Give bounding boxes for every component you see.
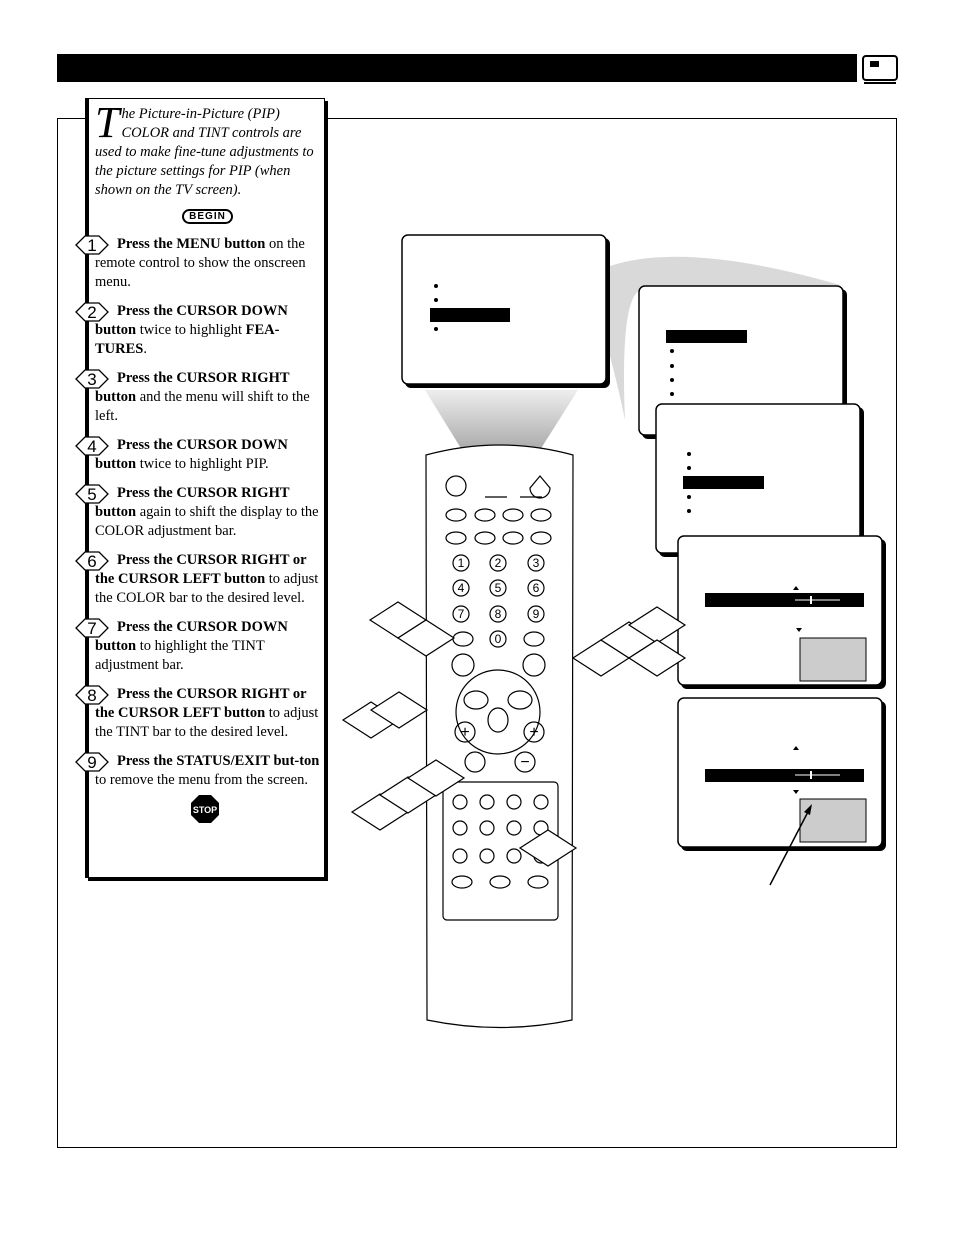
- step-number-icon: 3: [75, 369, 109, 389]
- svg-text:STOP: STOP: [193, 805, 217, 815]
- step-number-icon: 9: [75, 752, 109, 772]
- step-7: 7 Press the CURSOR DOWN button to highlig…: [75, 618, 320, 675]
- step-number-icon: 7: [75, 618, 109, 638]
- svg-text:1: 1: [87, 236, 96, 255]
- instructions-panel: The Picture-in-Picture (PIP) COLOR and T…: [75, 98, 325, 878]
- step-number-icon: 8: [75, 685, 109, 705]
- tint-adjust-screen: [677, 697, 886, 851]
- stop-sign-icon: STOP: [191, 795, 219, 823]
- step-6: 6 Press the CURSOR RIGHT or the CURSOR LE…: [75, 551, 320, 608]
- ch-plus: +: [529, 724, 538, 741]
- step-number-icon: 5: [75, 484, 109, 504]
- key-8: 8: [495, 607, 502, 621]
- step-4: 4 Press the CURSOR DOWN button twice to h…: [75, 436, 320, 474]
- key-5: 5: [495, 581, 502, 595]
- key-4: 4: [458, 581, 465, 595]
- svg-text:5: 5: [87, 485, 96, 504]
- step-1: 1 Press the MENU button on the remote con…: [75, 235, 320, 292]
- remote-control: [425, 444, 574, 1029]
- step-number-icon: 2: [75, 302, 109, 322]
- step-8: 8 Press the CURSOR RIGHT or the CURSOR LE…: [75, 685, 320, 742]
- manual-page: 123 456 789 0 + + − The Picture-in-Picture…: [0, 0, 954, 1235]
- step-number-icon: 6: [75, 551, 109, 571]
- key-3: 3: [533, 556, 540, 570]
- vol-plus: +: [460, 724, 469, 741]
- intro-text: The Picture-in-Picture (PIP) COLOR and T…: [95, 98, 314, 199]
- svg-text:7: 7: [87, 619, 96, 638]
- svg-text:3: 3: [87, 370, 96, 389]
- step-number-icon: 1: [75, 235, 109, 255]
- svg-text:2: 2: [87, 303, 96, 322]
- menu-screen-3: [655, 403, 864, 557]
- key-1: 1: [458, 556, 465, 570]
- key-6: 6: [533, 581, 540, 595]
- key-7: 7: [458, 607, 465, 621]
- key-2: 2: [495, 556, 502, 570]
- key-9: 9: [533, 607, 540, 621]
- step-2: 2 Press the CURSOR DOWN button twice to h…: [75, 302, 320, 359]
- steps-list: 1 Press the MENU button on the remote con…: [75, 235, 320, 790]
- beam-shade: [425, 390, 578, 450]
- svg-text:6: 6: [87, 552, 96, 571]
- svg-text:9: 9: [87, 753, 96, 772]
- key-0: 0: [495, 632, 502, 646]
- svg-text:8: 8: [87, 686, 96, 705]
- step-number-icon: 4: [75, 436, 109, 456]
- ch-minus: −: [520, 754, 529, 771]
- svg-text:4: 4: [87, 437, 96, 456]
- begin-badge: BEGIN: [95, 206, 320, 225]
- color-adjust-screen: [677, 535, 886, 689]
- step-9: 9 Press the STATUS/EXIT but-ton to remove…: [75, 752, 320, 790]
- step-3: 3 Press the CURSOR RIGHT button and the m…: [75, 369, 320, 426]
- step-5: 5 Press the CURSOR RIGHT button again to …: [75, 484, 320, 541]
- menu-screen-1: [401, 234, 610, 388]
